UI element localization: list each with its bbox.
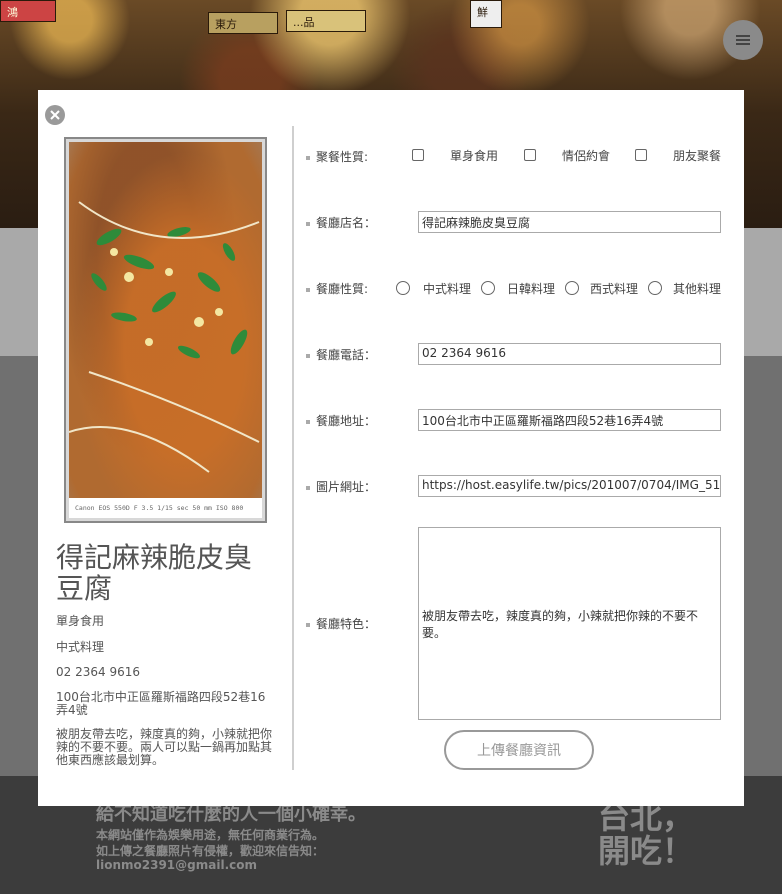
footer-disclaimer: 本網站僅作為娛樂用途，無任何商業行為。 — [96, 828, 325, 842]
shop-sign: 東方 — [208, 12, 278, 34]
restaurant-photo: Canon EOS 550D F 3.5 1/15 sec 50 mm ISO … — [64, 137, 267, 523]
bullet-icon — [306, 222, 310, 226]
meal-option-single-label: 單身食用 — [450, 149, 499, 163]
footer-email[interactable]: lionmo2391@gmail.com — [96, 858, 257, 872]
restaurant-name-label: 餐廳店名： — [316, 215, 377, 230]
menu-button[interactable] — [723, 20, 763, 60]
shop-sign: 鴻 — [0, 0, 56, 22]
meal-option-single[interactable] — [412, 149, 424, 161]
photo-exif-caption: Canon EOS 550D F 3.5 1/15 sec 50 mm ISO … — [69, 498, 262, 518]
phone-text: 02 2364 9616 — [56, 665, 140, 679]
hotpot-image: Canon EOS 550D F 3.5 1/15 sec 50 mm ISO … — [69, 142, 262, 518]
bullet-icon — [306, 623, 310, 627]
cuisine-western-label: 西式料理 — [590, 282, 639, 296]
address-input[interactable]: 100台北市中正區羅斯福路四段52巷16弄4號 — [418, 409, 721, 431]
phone-input[interactable]: 02 2364 9616 — [418, 343, 721, 365]
radio-other[interactable] — [648, 281, 662, 295]
restaurant-name-row: 餐廳店名： — [306, 212, 418, 232]
cuisine-radio-japanese-korean[interactable] — [481, 281, 495, 295]
footer-logo: 台北，開吃！ — [598, 798, 695, 870]
restaurant-name-input[interactable]: 得記麻辣脆皮臭豆腐 — [418, 211, 721, 233]
description-text: 被朋友帶去吃，辣度真的夠，小辣就把你辣的不要不要。兩人可以點一鍋再加點其他東西應… — [56, 727, 273, 767]
cuisine-japanese-korean-label: 日韓料理 — [507, 282, 556, 296]
bullet-icon — [306, 288, 310, 292]
meal-type-label: 聚餐性質: — [316, 149, 369, 164]
meal-option-friends[interactable] — [635, 149, 647, 161]
radio-japanese-korean[interactable] — [481, 281, 495, 295]
cuisine-text: 中式料理 — [56, 640, 105, 654]
phone-label: 餐廳電話： — [316, 347, 377, 362]
cuisine-chinese-label: 中式料理 — [423, 282, 472, 296]
shop-sign: ...品 — [286, 10, 366, 32]
meal-checkbox-single[interactable] — [412, 149, 424, 161]
address-row: 餐廳地址： — [306, 410, 418, 430]
restaurant-modal: Canon EOS 550D F 3.5 1/15 sec 50 mm ISO … — [38, 90, 744, 806]
cuisine-other-label: 其他料理 — [673, 282, 722, 296]
upload-restaurant-button[interactable]: 上傳餐廳資訊 — [444, 730, 594, 770]
meal-type-text: 單身食用 — [56, 614, 105, 628]
radio-western[interactable] — [565, 281, 579, 295]
meal-option-couple[interactable] — [524, 149, 536, 161]
scallion-graphic — [69, 201, 260, 473]
vertical-divider — [292, 126, 294, 770]
bullet-icon — [306, 354, 310, 358]
address-label: 餐廳地址： — [316, 413, 377, 428]
meal-option-couple-label: 情侶約會 — [562, 149, 611, 163]
feature-row: 餐廳特色： — [306, 613, 418, 633]
image-url-row: 圖片網址： — [306, 476, 418, 496]
meal-checkbox-couple[interactable] — [524, 149, 536, 161]
restaurant-name-heading: 得記麻辣脆皮臭豆腐 — [56, 541, 253, 605]
image-url-label: 圖片網址： — [316, 479, 377, 494]
bullet-icon — [306, 156, 310, 160]
cuisine-label: 餐廳性質: — [316, 281, 369, 296]
close-button[interactable] — [45, 105, 65, 125]
shop-sign: 鮮 — [470, 0, 502, 28]
bullet-icon — [306, 420, 310, 424]
cuisine-radio-other[interactable] — [648, 281, 662, 295]
close-icon — [50, 110, 60, 120]
radio-chinese[interactable] — [396, 281, 410, 295]
bullet-icon — [306, 486, 310, 490]
meal-type-row: 聚餐性質: — [306, 146, 418, 166]
hamburger-icon — [736, 35, 750, 45]
feature-textarea[interactable]: 被朋友帶去吃，辣度真的夠，小辣就把你辣的不要不要。 — [418, 527, 721, 720]
meal-option-friends-label: 朋友聚餐 — [673, 149, 722, 163]
footer-contact-note: 如上傳之餐廳照片有侵權，歡迎來信告知： — [96, 844, 325, 858]
cuisine-radio-chinese[interactable] — [396, 281, 410, 295]
meal-checkbox-friends[interactable] — [635, 149, 647, 161]
phone-row: 餐廳電話： — [306, 344, 418, 364]
address-text: 100台北市中正區羅斯福路四段52巷16弄4號 — [56, 690, 266, 717]
feature-label: 餐廳特色： — [316, 616, 377, 631]
cuisine-radio-western[interactable] — [565, 281, 579, 295]
image-url-input[interactable]: https://host.easylife.tw/pics/201007/070… — [418, 475, 721, 497]
